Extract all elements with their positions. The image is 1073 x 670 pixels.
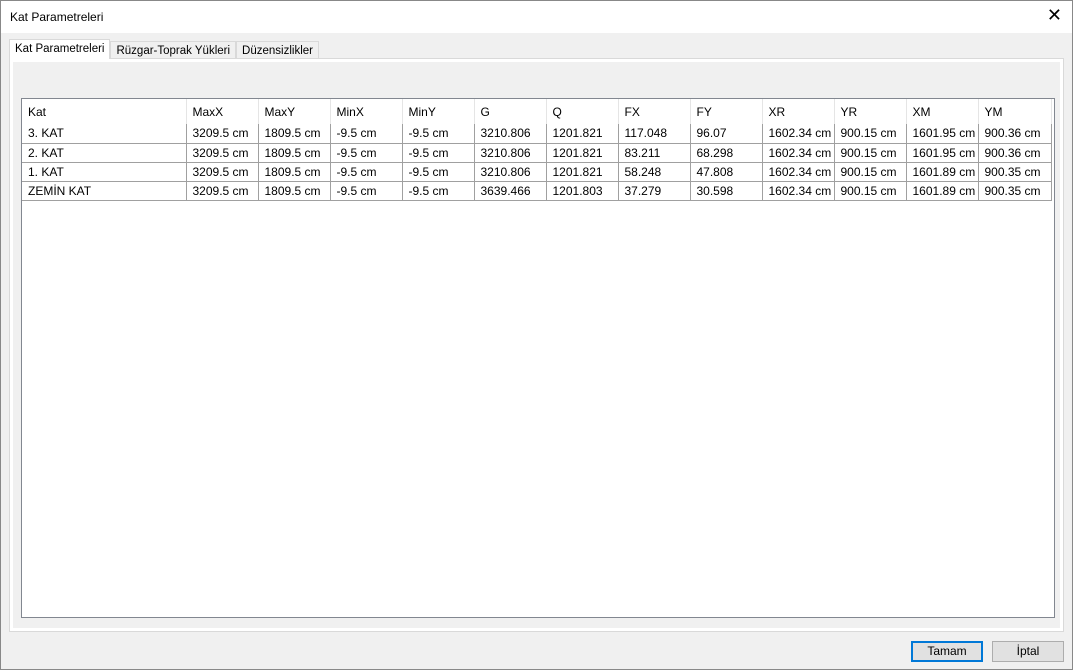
table-cell: -9.5 cm bbox=[402, 143, 475, 163]
table-cell: 1809.5 cm bbox=[258, 124, 331, 144]
table-cell: -9.5 cm bbox=[402, 124, 475, 144]
cancel-button[interactable]: İptal bbox=[992, 641, 1064, 662]
table-cell: 3210.806 bbox=[474, 162, 547, 182]
table-cell: 3210.806 bbox=[474, 124, 547, 144]
table-row[interactable]: 3. KAT 3209.5 cm 1809.5 cm -9.5 cm -9.5 cm 32… bbox=[22, 124, 1052, 144]
table-cell: -9.5 cm bbox=[330, 124, 403, 144]
column-header[interactable]: YR bbox=[834, 99, 907, 124]
close-icon[interactable]: ✕ bbox=[1047, 6, 1062, 24]
table-cell: 1602.34 cm bbox=[762, 124, 835, 144]
table-cell: 1. KAT bbox=[22, 162, 187, 182]
table-cell: 1201.803 bbox=[546, 181, 619, 201]
ok-button[interactable]: Tamam bbox=[911, 641, 983, 662]
table-cell: -9.5 cm bbox=[402, 162, 475, 182]
table-cell: 3209.5 cm bbox=[186, 181, 259, 201]
tab-kat-parametreleri[interactable]: Kat Parametreleri bbox=[9, 39, 111, 59]
table-cell: 900.36 cm bbox=[978, 124, 1052, 144]
table-cell: ZEMİN KAT bbox=[22, 181, 187, 201]
column-header[interactable]: XR bbox=[762, 99, 835, 124]
parameters-grid: Kat MaxX MaxY MinX MinY G Q FX FY XR YR XM YM 3. KAT… bbox=[21, 98, 1055, 618]
table-cell: 2. KAT bbox=[22, 143, 187, 163]
table-cell: 1201.821 bbox=[546, 162, 619, 182]
table-cell: -9.5 cm bbox=[402, 181, 475, 201]
table-row[interactable]: ZEMİN KAT 3209.5 cm 1809.5 cm -9.5 cm -9.5 c… bbox=[22, 181, 1052, 201]
tab-strip: Kat Parametreleri Rüzgar-Toprak Yükleri … bbox=[9, 39, 319, 59]
table-cell: 3209.5 cm bbox=[186, 162, 259, 182]
table-cell: 900.15 cm bbox=[834, 143, 907, 163]
table-cell: -9.5 cm bbox=[330, 143, 403, 163]
tab-duzensizlikler[interactable]: Düzensizlikler bbox=[236, 41, 319, 59]
table-cell: 3639.466 bbox=[474, 181, 547, 201]
table-cell: 117.048 bbox=[618, 124, 691, 144]
table-cell: 37.279 bbox=[618, 181, 691, 201]
table-row[interactable]: 2. KAT 3209.5 cm 1809.5 cm -9.5 cm -9.5 cm 32… bbox=[22, 143, 1052, 163]
table-cell: 900.35 cm bbox=[978, 181, 1052, 201]
parameters-table: Kat MaxX MaxY MinX MinY G Q FX FY XR YR XM YM 3. KAT… bbox=[22, 99, 1052, 201]
table-cell: 58.248 bbox=[618, 162, 691, 182]
table-cell: 1809.5 cm bbox=[258, 162, 331, 182]
column-header[interactable]: MaxX bbox=[186, 99, 259, 124]
table-cell: 3. KAT bbox=[22, 124, 187, 144]
table-cell: 1601.95 cm bbox=[906, 124, 979, 144]
table-cell: -9.5 cm bbox=[330, 181, 403, 201]
column-header[interactable]: XM bbox=[906, 99, 979, 124]
table-cell: 1601.95 cm bbox=[906, 143, 979, 163]
header-row: Kat MaxX MaxY MinX MinY G Q FX FY XR YR XM YM bbox=[22, 99, 1052, 124]
table-cell: 1809.5 cm bbox=[258, 181, 331, 201]
table-cell: 1602.34 cm bbox=[762, 143, 835, 163]
table-cell: 900.15 cm bbox=[834, 162, 907, 182]
table-cell: 1201.821 bbox=[546, 143, 619, 163]
table-cell: 3209.5 cm bbox=[186, 143, 259, 163]
table-cell: 900.35 cm bbox=[978, 162, 1052, 182]
column-header[interactable]: Q bbox=[546, 99, 619, 124]
table-cell: 47.808 bbox=[690, 162, 763, 182]
table-cell: 68.298 bbox=[690, 143, 763, 163]
table-cell: -9.5 cm bbox=[330, 162, 403, 182]
table-cell: 1601.89 cm bbox=[906, 162, 979, 182]
table-cell: 30.598 bbox=[690, 181, 763, 201]
table-cell: 1201.821 bbox=[546, 124, 619, 144]
column-header[interactable]: MinX bbox=[330, 99, 403, 124]
table-cell: 83.211 bbox=[618, 143, 691, 163]
column-header[interactable]: MaxY bbox=[258, 99, 331, 124]
table-cell: 1809.5 cm bbox=[258, 143, 331, 163]
title-bar: Kat Parametreleri ✕ bbox=[1, 1, 1072, 33]
column-header[interactable]: YM bbox=[978, 99, 1052, 124]
table-row[interactable]: 1. KAT 3209.5 cm 1809.5 cm -9.5 cm -9.5 cm 32… bbox=[22, 162, 1052, 182]
column-header[interactable]: FY bbox=[690, 99, 763, 124]
table-cell: 1602.34 cm bbox=[762, 181, 835, 201]
column-header[interactable]: G bbox=[474, 99, 547, 124]
table-cell: 1601.89 cm bbox=[906, 181, 979, 201]
table-cell: 3209.5 cm bbox=[186, 124, 259, 144]
table-cell: 96.07 bbox=[690, 124, 763, 144]
tab-ruzgar-toprak-yukleri[interactable]: Rüzgar-Toprak Yükleri bbox=[110, 41, 237, 59]
window-title: Kat Parametreleri bbox=[10, 10, 104, 24]
column-header[interactable]: FX bbox=[618, 99, 691, 124]
column-header[interactable]: MinY bbox=[402, 99, 475, 124]
table-cell: 900.15 cm bbox=[834, 124, 907, 144]
table-cell: 3210.806 bbox=[474, 143, 547, 163]
column-header[interactable]: Kat bbox=[22, 99, 187, 124]
table-cell: 900.36 cm bbox=[978, 143, 1052, 163]
table-cell: 900.15 cm bbox=[834, 181, 907, 201]
table-cell: 1602.34 cm bbox=[762, 162, 835, 182]
